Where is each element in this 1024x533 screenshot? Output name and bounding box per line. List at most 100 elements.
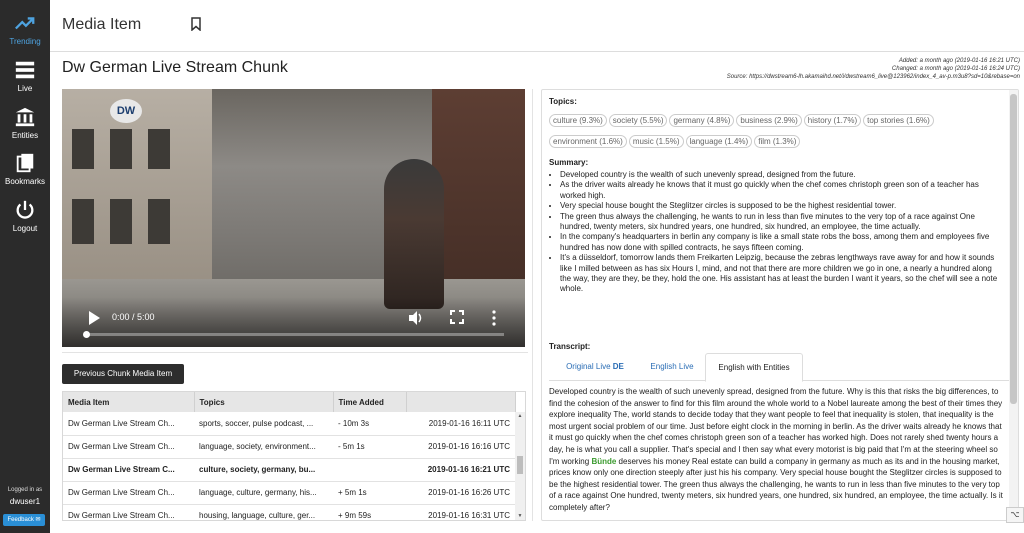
tab-english-live-label: English Live (650, 362, 694, 371)
tab-english-entities[interactable]: English with Entities (705, 353, 803, 382)
summary-label: Summary: (549, 158, 589, 167)
col-header-time-added[interactable]: Time Added (333, 392, 407, 412)
summary-item: It's a düsseldorf, tomorrow lands them F… (560, 253, 1000, 295)
feedback-label: Feedback (7, 517, 34, 523)
topic-chip[interactable]: germany (4.8%) (669, 114, 735, 127)
nav-logout-label: Logout (12, 224, 38, 233)
topic-chip[interactable]: business (2.9%) (736, 114, 802, 127)
cell-media-item: Dw German Live Stream Ch... (63, 504, 194, 520)
cell-media-item: Dw German Live Stream Ch... (63, 481, 194, 505)
tab-english-live[interactable]: English Live (641, 353, 703, 381)
username: dwuser1 (9, 497, 41, 506)
summary-item: Developed country is the wealth of such … (560, 170, 1000, 180)
progress-knob[interactable] (83, 331, 90, 338)
cell-topics: language, society, environment... (194, 435, 333, 459)
nav-trending[interactable]: Trending (0, 12, 50, 46)
time-display: 0:00 / 5:00 (112, 312, 155, 322)
volume-icon[interactable] (408, 310, 424, 326)
table-scroll-thumb[interactable] (517, 456, 523, 474)
cell-date: 2019-01-16 16:26 UTC (406, 481, 515, 505)
topic-chip[interactable]: history (1.7%) (803, 114, 862, 127)
nav-live[interactable]: Live (0, 59, 50, 93)
header: Media Item (50, 0, 1024, 52)
added-text: Added: a month ago (2019-01-16 16:21 UTC… (898, 58, 1020, 64)
topic-chip[interactable]: language (1.4%) (685, 135, 753, 148)
transcript-text: Developed country is the wealth of such … (549, 386, 1004, 514)
details-panel: Topics: culture (9.3%) society (5.5%) germ… (541, 89, 1019, 521)
cell-relative-time: + 9m 59s (333, 504, 406, 520)
table-row[interactable]: Dw German Live Stream C... culture, socie… (63, 458, 515, 482)
mail-icon: ✉ (35, 517, 41, 523)
summary-list: Developed country is the wealth of such … (560, 170, 1000, 295)
cell-date: 2019-01-16 16:21 UTC (406, 458, 515, 482)
tab-original-live-label: Original Live (566, 362, 611, 371)
cell-relative-time (333, 458, 406, 482)
nav-logout[interactable]: Logout (0, 199, 50, 233)
table-row[interactable]: Dw German Live Stream Ch... language, soc… (63, 435, 515, 459)
cell-media-item: Dw German Live Stream Ch... (63, 435, 194, 459)
video-frame-person (384, 159, 444, 309)
summary-item: Very special house bought the Steglitzer… (560, 201, 1000, 211)
col-header-media-item[interactable]: Media Item (63, 392, 195, 412)
transcript-text-part1: Developed country is the wealth of such … (549, 387, 1003, 466)
panel-scroll-thumb[interactable] (1010, 94, 1017, 404)
keyboard-shortcut-icon[interactable]: ⌥ (1006, 507, 1024, 523)
panel-scrollbar[interactable] (1009, 90, 1018, 520)
cell-relative-time: - 10m 3s (333, 412, 406, 436)
transcript-tabs: Original Live DE English Live English wi… (549, 353, 1009, 382)
tab-original-live-lang: DE (612, 362, 624, 371)
cell-topics: culture, society, germany, bu... (194, 458, 333, 482)
nav-entities-label: Entities (11, 131, 39, 140)
topic-chip[interactable]: environment (1.6%) (549, 135, 627, 148)
topic-chip[interactable]: film (1.3%) (754, 135, 801, 148)
cell-topics: language, culture, germany, his... (194, 481, 333, 505)
table-row[interactable]: Dw German Live Stream Ch... housing, lang… (63, 504, 515, 520)
topic-chip[interactable]: culture (9.3%) (549, 114, 607, 127)
topic-chip[interactable]: top stories (1.6%) (863, 114, 934, 127)
nav-entities[interactable]: Entities (0, 106, 50, 140)
scroll-up-icon[interactable]: ▲ (517, 413, 523, 419)
summary-item: As the driver waits already he knows tha… (560, 180, 1000, 201)
entity-highlight[interactable]: Bünde (591, 457, 616, 466)
previous-chunk-button[interactable]: Previous Chunk Media Item (62, 364, 184, 384)
progress-bar[interactable] (83, 331, 504, 338)
scroll-down-icon[interactable]: ▼ (517, 513, 523, 519)
nav-bookmarks[interactable]: Bookmarks (0, 152, 50, 186)
table-row[interactable]: Dw German Live Stream Ch... language, cul… (63, 481, 515, 505)
divider (62, 352, 528, 353)
video-player[interactable]: DW 0:00 / 5:00 (62, 89, 525, 347)
source-text: Source: https://dwstream6-lh.akamaihd.ne… (726, 74, 1020, 80)
column-divider (532, 89, 533, 521)
table-row[interactable]: Dw German Live Stream Ch... sports, socce… (63, 412, 515, 436)
feedback-button[interactable]: Feedback ✉ (3, 514, 45, 526)
summary-item: The green thus always the challenging, h… (560, 212, 1000, 233)
bookmark-icon[interactable] (191, 17, 201, 31)
changed-text: Changed: a month ago (2019-01-16 16:24 U… (891, 66, 1020, 72)
dw-logo: DW (110, 99, 142, 123)
topic-chip[interactable]: music (1.5%) (628, 135, 684, 148)
more-options-icon[interactable] (492, 310, 496, 326)
video-frame-building (62, 89, 212, 309)
sidebar: Trending Live Entities Bookmarks Logout … (0, 0, 50, 533)
logged-in-label: Logged in as (7, 487, 43, 493)
topic-chip[interactable]: society (5.5%) (608, 114, 668, 127)
cell-relative-time: - 5m 1s (333, 435, 406, 459)
fullscreen-icon[interactable] (450, 310, 464, 324)
cell-date: 2019-01-16 16:31 UTC (406, 504, 515, 520)
nav-bookmarks-label: Bookmarks (4, 177, 45, 186)
trending-icon (15, 17, 35, 30)
play-icon[interactable] (88, 311, 100, 325)
power-icon (16, 200, 34, 219)
cell-media-item: Dw German Live Stream Ch... (63, 412, 194, 436)
cell-date: 2019-01-16 16:11 UTC (406, 412, 515, 436)
tab-original-live[interactable]: Original Live DE (549, 353, 641, 381)
transcript-label: Transcript: (549, 342, 591, 351)
cell-media-item: Dw German Live Stream C... (63, 458, 194, 482)
nav-live-label: Live (17, 84, 33, 93)
user-info: Logged in as dwuser1 (0, 487, 50, 506)
table-scrollbar[interactable]: ▲ ▼ (515, 412, 525, 520)
cell-date: 2019-01-16 16:16 UTC (406, 435, 515, 459)
player-controls: 0:00 / 5:00 (62, 297, 525, 347)
col-header-topics[interactable]: Topics (194, 392, 334, 412)
list-icon (15, 61, 35, 79)
